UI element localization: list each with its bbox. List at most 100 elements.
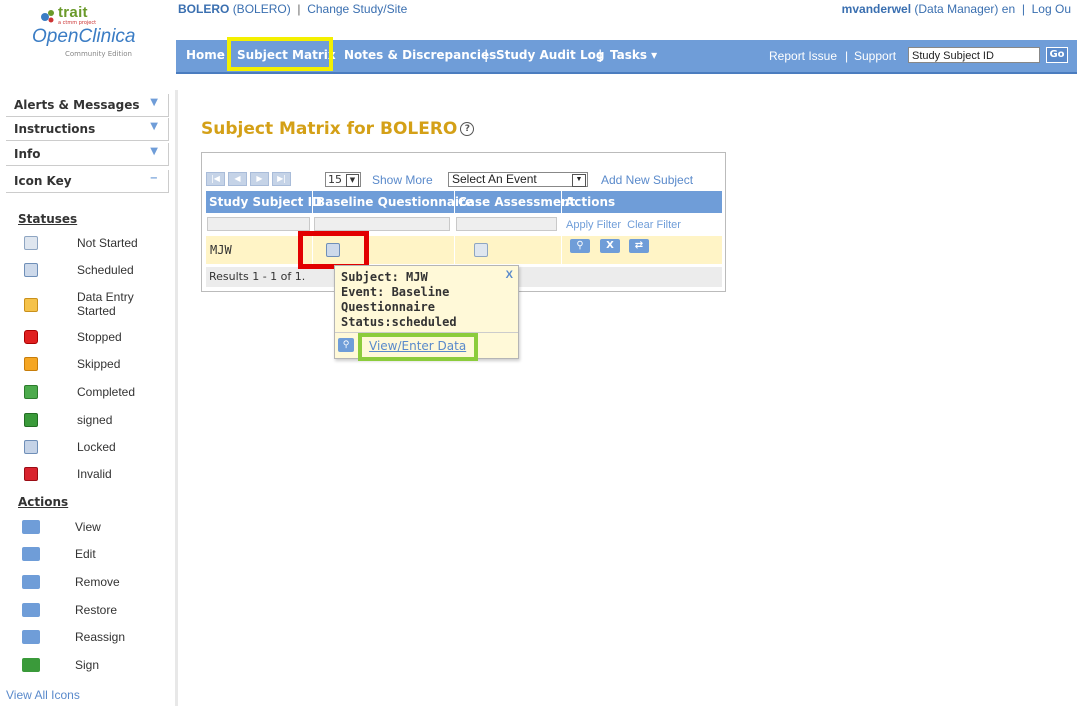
- clear-filter-link[interactable]: Clear Filter: [627, 219, 681, 231]
- panel-icon-key[interactable]: Icon Key −: [6, 170, 169, 193]
- subject-matrix-highlight: [227, 37, 333, 71]
- skipped-icon: [24, 357, 38, 371]
- panel-alerts-messages[interactable]: Alerts & Messages ▼: [6, 94, 169, 117]
- panel-label: Info: [14, 147, 41, 161]
- subject-id-cell[interactable]: MJW: [210, 243, 232, 257]
- legend-data-entry-started: Data Entry Started: [24, 288, 174, 318]
- legend-sign: Sign: [22, 656, 172, 680]
- page-size-value: 15: [328, 173, 342, 186]
- legend-scheduled: Scheduled: [24, 261, 174, 285]
- legend-invalid: Invalid: [24, 465, 174, 489]
- language-link[interactable]: en: [1002, 2, 1015, 16]
- legend-label: Not Started: [77, 236, 138, 250]
- filter-links: Apply Filter Clear Filter: [566, 219, 681, 231]
- column-divider: [561, 236, 562, 264]
- chevron-down-icon[interactable]: ▼: [572, 174, 586, 187]
- user-role: (Data Manager): [914, 2, 999, 16]
- view-enter-data-highlight: [358, 333, 478, 361]
- nav-notes-discrepancies[interactable]: Notes & Discrepancies: [344, 48, 496, 62]
- nav-home[interactable]: Home: [186, 48, 225, 62]
- filter-subject-id[interactable]: [207, 217, 310, 231]
- trait-logo-icon: [41, 10, 54, 23]
- filter-case-assessment[interactable]: [456, 217, 557, 231]
- study-subject-search-input[interactable]: Study Subject ID: [908, 47, 1040, 63]
- chevron-down-icon[interactable]: ▼: [346, 174, 359, 187]
- legend-label: signed: [77, 413, 113, 427]
- panel-label: Instructions: [14, 122, 96, 136]
- chevron-down-icon[interactable]: ▼: [150, 146, 158, 157]
- column-header[interactable]: Baseline Questionnaire: [316, 195, 473, 209]
- legend-label: Restore: [75, 603, 118, 617]
- column-header[interactable]: Case Assessment: [458, 195, 575, 209]
- column-divider: [312, 191, 313, 213]
- panel-info[interactable]: Info ▼: [6, 143, 169, 166]
- column-header[interactable]: Study Subject ID: [209, 195, 322, 209]
- nav-separator: |: [484, 48, 489, 62]
- column-header: Actions: [565, 195, 616, 209]
- data-entry-started-icon: [24, 298, 38, 312]
- report-issue-link[interactable]: Report Issue: [769, 49, 837, 63]
- legend-label: Remove: [75, 575, 120, 589]
- remove-icon[interactable]: X: [600, 239, 620, 253]
- actions-heading: Actions: [18, 495, 69, 509]
- user-info: mvanderwel (Data Manager) en | Log Ou: [842, 2, 1071, 16]
- collapse-icon[interactable]: −: [150, 173, 158, 184]
- legend-completed: Completed: [24, 383, 174, 407]
- view-icon[interactable]: ⚲: [570, 239, 590, 253]
- next-page-icon[interactable]: ▶: [250, 172, 269, 186]
- not-started-icon[interactable]: [474, 243, 488, 257]
- logo-product: OpenClinica: [32, 26, 136, 47]
- study-name: BOLERO: [178, 2, 230, 16]
- popup-subject: Subject: MJW: [341, 270, 428, 284]
- openclinica-logo[interactable]: trait a ctmm project OpenClinica Communi…: [10, 4, 175, 86]
- column-divider: [561, 191, 562, 213]
- go-button[interactable]: Go: [1046, 47, 1068, 63]
- event-select[interactable]: Select An Event ▼: [448, 172, 588, 187]
- view-all-icons-link[interactable]: View All Icons: [6, 688, 80, 702]
- statuses-heading: Statuses: [18, 212, 78, 226]
- legend-stopped: Stopped: [24, 328, 174, 352]
- change-study-link[interactable]: Change Study/Site: [307, 2, 407, 16]
- sign-icon: [22, 658, 40, 672]
- restore-icon: [22, 603, 40, 617]
- sidebar-divider: [175, 90, 178, 706]
- show-more-link[interactable]: Show More: [372, 173, 433, 187]
- nav-study-audit-log[interactable]: Study Audit Log: [496, 48, 604, 62]
- help-icon[interactable]: ?: [460, 122, 475, 136]
- chevron-down-icon[interactable]: ▼: [150, 97, 158, 108]
- legend-label: Edit: [75, 547, 96, 561]
- signed-icon: [24, 413, 38, 427]
- event-select-value: Select An Event: [452, 172, 537, 186]
- last-page-icon[interactable]: ▶|: [272, 172, 291, 186]
- reassign-icon[interactable]: ⇄: [629, 239, 649, 253]
- legend-restore: Restore: [22, 601, 172, 625]
- first-page-icon[interactable]: |◀: [206, 172, 225, 186]
- apply-filter-link[interactable]: Apply Filter: [566, 219, 621, 231]
- logout-link[interactable]: Log Ou: [1032, 2, 1071, 16]
- stopped-icon: [24, 330, 38, 344]
- legend-label: Data Entry Started: [77, 290, 134, 318]
- panel-instructions[interactable]: Instructions ▼: [6, 118, 169, 141]
- legend-label: Reassign: [75, 630, 126, 644]
- filter-baseline[interactable]: [314, 217, 450, 231]
- view-icon[interactable]: ⚲: [338, 338, 354, 352]
- prev-page-icon[interactable]: ◀: [228, 172, 247, 186]
- legend-locked: Locked: [24, 438, 174, 462]
- nav-tasks-menu[interactable]: Tasks ▾: [610, 48, 657, 62]
- nav-separator: |: [845, 49, 849, 63]
- separator: |: [294, 2, 304, 16]
- chevron-down-icon[interactable]: ▼: [150, 121, 158, 132]
- username-link[interactable]: mvanderwel: [842, 2, 911, 16]
- panel-label: Alerts & Messages: [14, 98, 140, 112]
- support-link[interactable]: Support: [854, 49, 896, 63]
- close-icon[interactable]: X: [506, 269, 513, 281]
- legend-signed: signed: [24, 411, 174, 435]
- edit-icon: [22, 547, 40, 561]
- page-size-select[interactable]: 15 ▼: [325, 172, 361, 187]
- legend-reassign: Reassign: [22, 628, 172, 652]
- study-code: (BOLERO): [232, 2, 291, 16]
- locked-icon: [24, 440, 38, 454]
- add-new-subject-link[interactable]: Add New Subject: [601, 173, 693, 187]
- completed-icon: [24, 385, 38, 399]
- reassign-icon: [22, 630, 40, 644]
